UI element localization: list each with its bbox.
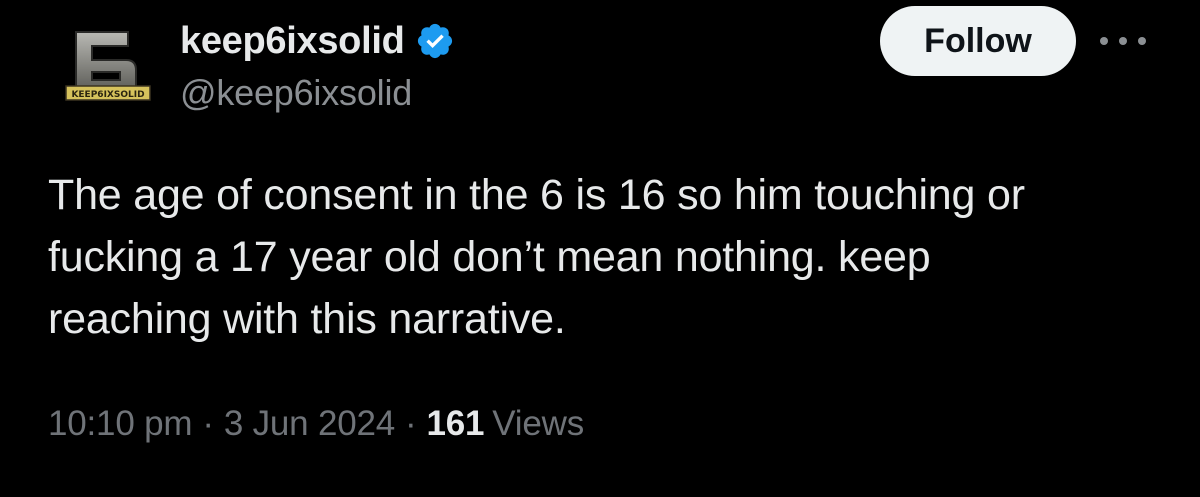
views-count: 161 [426, 404, 485, 443]
tweet-time[interactable]: 10:10 pm [48, 404, 193, 444]
user-handle[interactable]: @keep6ixsolid [180, 72, 455, 114]
verified-badge-icon [415, 21, 455, 61]
dot [1119, 37, 1127, 45]
avatar[interactable]: KEEP6IXSOLID [62, 22, 156, 114]
tweet-meta: 10:10 pm · 3 Jun 2024 · 161 Views [48, 404, 584, 444]
separator: · [202, 404, 214, 443]
follow-button[interactable]: Follow [880, 6, 1076, 76]
keep6ixsolid-logo-icon: KEEP6IXSOLID [65, 31, 151, 101]
tweet-text: The age of consent in the 6 is 16 so him… [48, 171, 1025, 343]
dot [1100, 37, 1108, 45]
more-horizontal-icon[interactable] [1100, 34, 1146, 48]
display-name[interactable]: keep6ixsolid [180, 20, 405, 63]
author-header: keep6ixsolid @keep6ixsolid [180, 16, 455, 114]
logo-text: KEEP6IXSOLID [71, 90, 144, 100]
dot [1138, 37, 1146, 45]
tweet-card: KEEP6IXSOLID keep6ixsolid @keep6ixsolid … [0, 0, 1200, 497]
tweet-date[interactable]: 3 Jun 2024 [224, 404, 395, 444]
display-name-row: keep6ixsolid [180, 16, 455, 66]
views-label: Views [492, 404, 585, 443]
separator: · [405, 404, 417, 443]
